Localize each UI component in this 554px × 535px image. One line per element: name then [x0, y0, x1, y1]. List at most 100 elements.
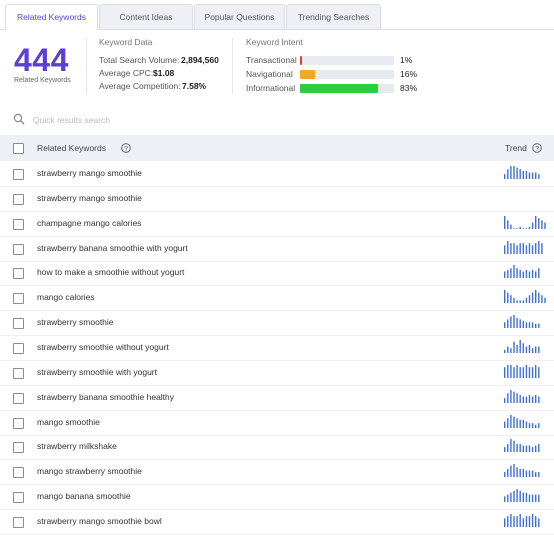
trend-bar: [525, 298, 528, 304]
trend-bar: [516, 244, 518, 254]
search-input[interactable]: [33, 112, 333, 128]
related-keywords-count-label: Related Keywords: [14, 77, 71, 84]
row-checkbox[interactable]: [13, 342, 24, 354]
table-row[interactable]: strawberry smoothie with yogurt: [0, 360, 554, 386]
tab-trending-searches[interactable]: Trending Searches: [286, 4, 381, 29]
keyword-text[interactable]: strawberry smoothie with yogurt: [37, 367, 157, 377]
row-checkbox[interactable]: [13, 392, 24, 404]
keyword-text[interactable]: strawberry smoothie: [37, 317, 114, 327]
trend-sparkline: [504, 315, 540, 329]
trend-sparkline: [504, 166, 540, 180]
keyword-text[interactable]: strawberry mango smoothie: [37, 168, 142, 178]
trend-bar: [519, 319, 521, 329]
table-row[interactable]: strawberry banana smoothie healthy: [0, 385, 554, 411]
stat-average-competition: Average Competition: 7.58%: [99, 81, 206, 91]
trend-bar: [504, 518, 506, 527]
table-row[interactable]: champagne mango calories: [0, 211, 554, 237]
keyword-text[interactable]: strawberry milkshake: [37, 441, 117, 451]
select-all-checkbox[interactable]: [13, 143, 24, 154]
divider: [232, 38, 233, 94]
row-checkbox[interactable]: [13, 268, 24, 280]
trend-bar: [531, 172, 534, 179]
table-row[interactable]: mango banana smoothie: [0, 484, 554, 511]
trend-bar: [522, 320, 524, 329]
trend-bar: [507, 516, 509, 527]
keyword-text[interactable]: champagne mango calories: [37, 218, 141, 228]
column-header-trend[interactable]: Trend: [505, 143, 527, 153]
intent-label: Informational: [246, 83, 296, 93]
trend-bar: [516, 392, 518, 403]
tab-popular-questions[interactable]: Popular Questions: [194, 4, 285, 29]
keyword-text[interactable]: mango strawberry smoothie: [37, 466, 142, 476]
tab-related-keywords[interactable]: Related Keywords: [5, 4, 98, 30]
trend-bar: [504, 349, 506, 353]
table-row[interactable]: strawberry banana smoothie with yogurt: [0, 236, 554, 262]
trend-bar: [513, 242, 515, 254]
trend-bar: [516, 227, 518, 229]
row-checkbox[interactable]: [13, 243, 24, 255]
trend-bar: [519, 444, 521, 453]
keyword-intent-title: Keyword Intent: [246, 37, 303, 47]
intent-percent: 16%: [400, 69, 418, 79]
table-row[interactable]: strawberry smoothie without yogurt: [0, 335, 554, 361]
row-checkbox[interactable]: [13, 169, 24, 180]
keyword-text[interactable]: mango banana smoothie: [37, 491, 131, 501]
trend-bar: [538, 422, 540, 428]
keyword-text[interactable]: strawberry banana smoothie with yogurt: [37, 243, 188, 253]
table-row[interactable]: strawberry mango smoothie: [0, 161, 554, 187]
trend-bar: [538, 240, 540, 254]
table-row[interactable]: how to make a smoothie without yogurt: [0, 260, 554, 287]
row-checkbox[interactable]: [13, 218, 24, 230]
table-row[interactable]: strawberry mango smoothie: [0, 186, 554, 212]
intent-navigational: Navigational 16%: [246, 69, 546, 80]
trend-bar: [541, 242, 543, 254]
row-checkbox[interactable]: [13, 293, 24, 305]
table-row[interactable]: strawberry mango smoothie bowl: [0, 509, 554, 535]
keyword-text[interactable]: strawberry mango smoothie: [37, 193, 142, 203]
table-row[interactable]: strawberry milkshake: [0, 434, 554, 461]
tab-content-ideas[interactable]: Content Ideas: [99, 4, 193, 29]
trend-bar: [525, 270, 528, 279]
trend-bar: [510, 492, 512, 503]
row-checkbox[interactable]: [13, 467, 24, 479]
row-checkbox[interactable]: [13, 318, 24, 330]
table-row[interactable]: mango smoothie: [0, 410, 554, 436]
table-row[interactable]: mango strawberry smoothie: [0, 459, 554, 486]
keyword-text[interactable]: how to make a smoothie without yogurt: [37, 267, 184, 277]
trend-bar: [504, 496, 506, 503]
trend-bar: [544, 298, 546, 304]
trend-bar: [507, 292, 509, 304]
intent-label: Navigational: [246, 69, 293, 79]
table-row[interactable]: mango calories: [0, 285, 554, 312]
trend-bar: [528, 366, 531, 378]
trend-bar: [531, 222, 534, 229]
table-row[interactable]: strawberry smoothie: [0, 310, 554, 337]
keyword-text[interactable]: mango calories: [37, 292, 95, 302]
keyword-text[interactable]: strawberry smoothie without yogurt: [37, 342, 169, 352]
keyword-text[interactable]: mango smoothie: [37, 417, 100, 427]
trend-bar: [538, 366, 540, 378]
trend-bar: [519, 226, 521, 229]
trend-sparkline: [504, 364, 540, 378]
row-checkbox[interactable]: [13, 367, 24, 379]
keyword-text[interactable]: strawberry banana smoothie healthy: [37, 392, 174, 402]
trend-bar: [525, 421, 528, 428]
row-checkbox[interactable]: [13, 516, 24, 528]
row-checkbox[interactable]: [13, 193, 24, 205]
trend-bar: [513, 440, 515, 453]
trend-bar: [538, 292, 540, 304]
row-checkbox[interactable]: [13, 417, 24, 429]
keyword-text[interactable]: strawberry mango smoothie bowl: [37, 516, 162, 526]
trend-bar: [516, 489, 518, 503]
trend-bar: [538, 217, 540, 229]
column-header-keyword[interactable]: Related Keywords: [37, 143, 106, 153]
help-icon[interactable]: ?: [532, 143, 542, 153]
trend-sparkline: [504, 240, 543, 254]
row-checkbox[interactable]: [13, 492, 24, 504]
help-icon[interactable]: ?: [121, 143, 131, 153]
trend-bar: [535, 172, 537, 179]
trend-bar: [510, 242, 512, 254]
trend-bar: [513, 341, 515, 353]
trend-bar: [528, 422, 531, 428]
row-checkbox[interactable]: [13, 442, 24, 454]
